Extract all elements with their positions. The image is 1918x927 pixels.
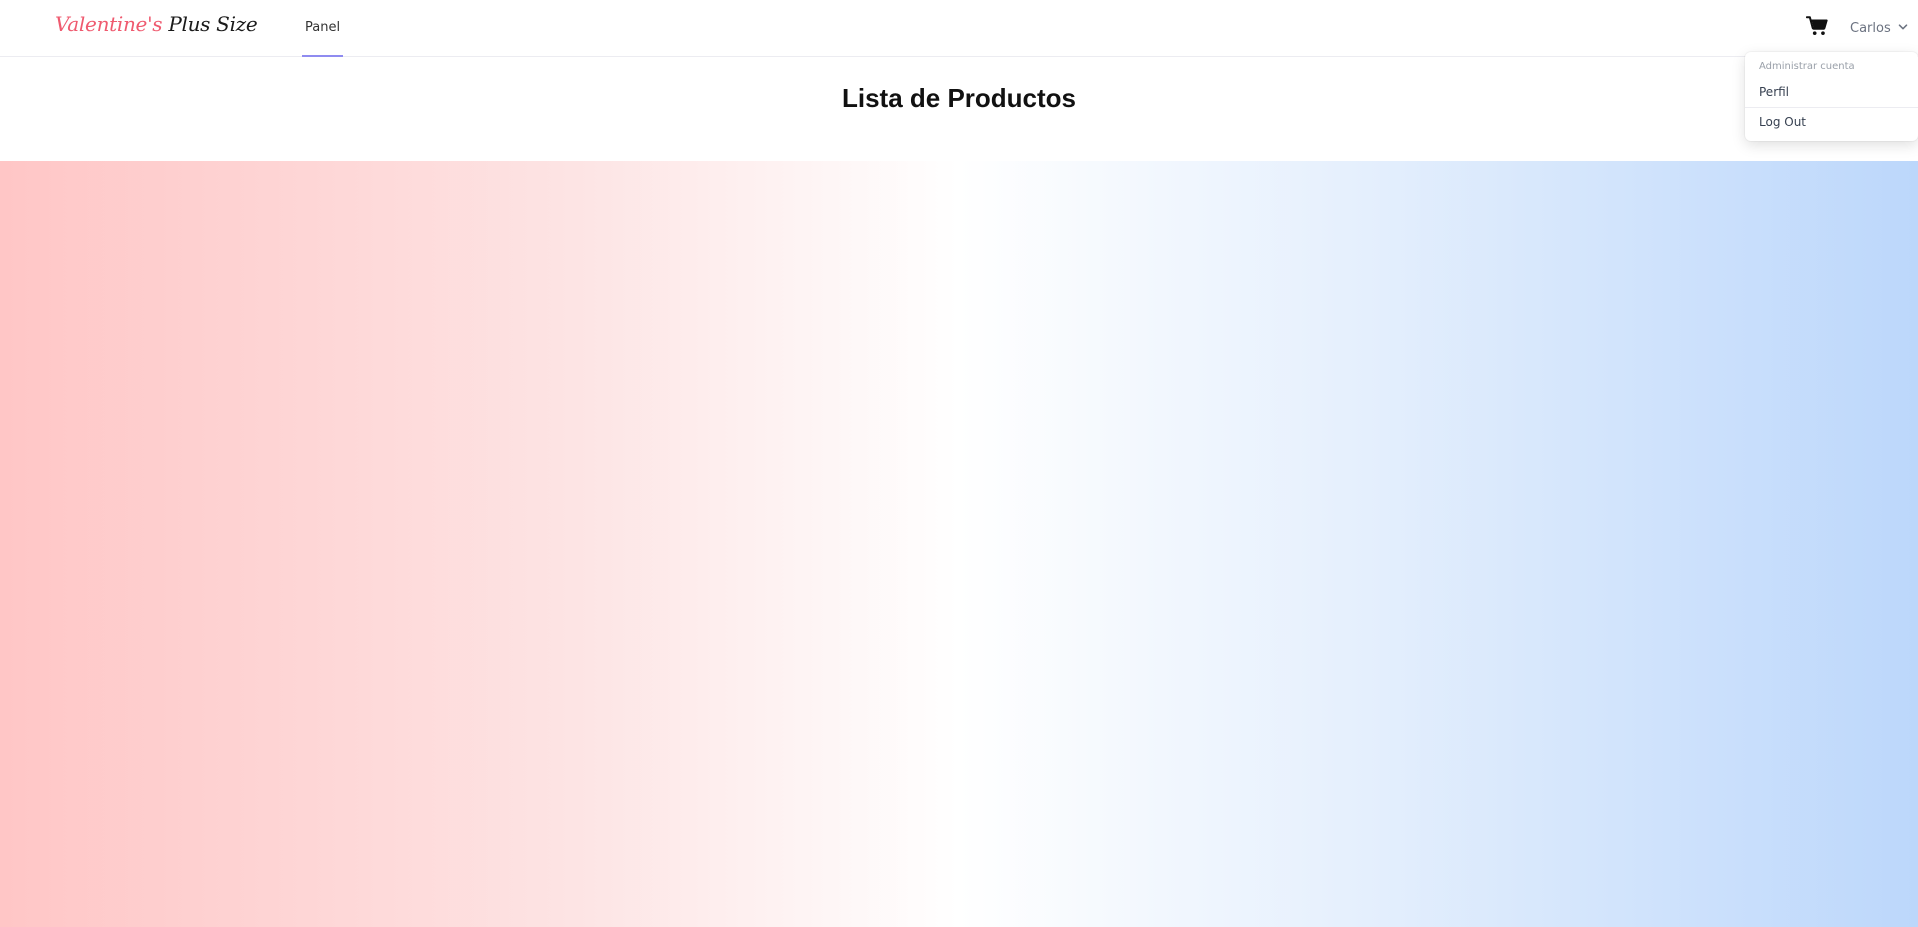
chevron-down-icon (1898, 21, 1908, 36)
brand-logo-part2: Plus Size (168, 12, 258, 36)
shopping-cart-icon[interactable] (1805, 15, 1828, 37)
user-menu-trigger[interactable]: Carlos (1850, 17, 1908, 39)
nav-link-panel[interactable]: Panel (302, 0, 344, 57)
top-navbar: Valentine's Plus Size Panel Carlos (0, 0, 1918, 57)
user-name: Carlos (1850, 20, 1891, 36)
dropdown-heading: Administrar cuenta (1759, 61, 1855, 72)
page-title: Lista de Productos (841, 83, 1077, 113)
brand-logo[interactable]: Valentine's Plus Size (55, 12, 258, 36)
brand-logo-part1: Valentine's (55, 12, 163, 36)
content-gradient-area (0, 161, 1918, 927)
